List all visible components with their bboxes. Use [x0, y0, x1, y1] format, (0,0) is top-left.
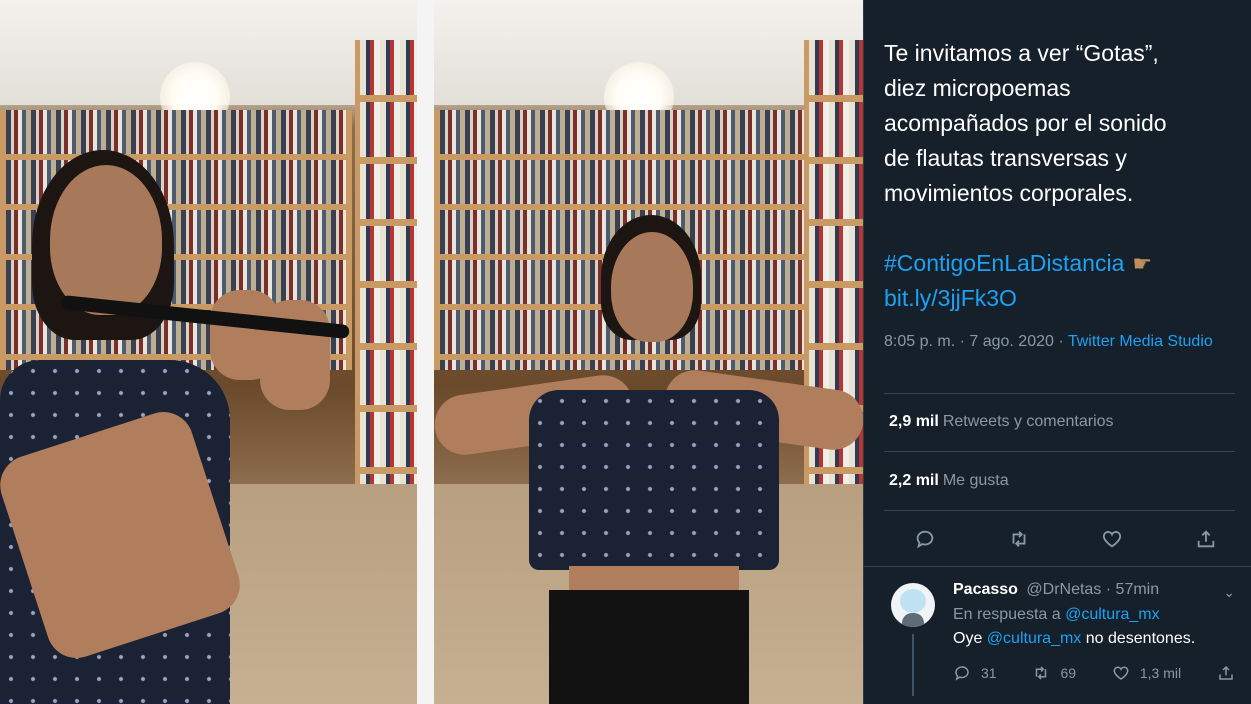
- reply-author-name[interactable]: Pacasso: [953, 581, 1018, 598]
- tweet-source-link[interactable]: Twitter Media Studio: [1068, 333, 1213, 350]
- reply-like-button[interactable]: 1,3 mil: [1112, 664, 1181, 682]
- retweet-icon: [1012, 531, 1026, 547]
- face: [50, 165, 162, 315]
- share-button[interactable]: [1189, 522, 1223, 556]
- hashtag-link[interactable]: #ContigoEnLaDistancia: [884, 246, 1124, 281]
- reply-icon: [955, 666, 969, 681]
- like-icon: [1113, 666, 1129, 680]
- share-icon: [1197, 530, 1215, 548]
- reply-text-suffix: no desentones.: [1081, 630, 1196, 647]
- divider: [884, 451, 1235, 452]
- reply-share-button[interactable]: [1217, 664, 1235, 682]
- face: [611, 232, 693, 342]
- retweets-stat[interactable]: 2,9 mil Retweets y comentarios: [889, 413, 1114, 431]
- likes-stat[interactable]: 2,2 mil Me gusta: [889, 472, 1009, 490]
- retweet-button[interactable]: [1002, 522, 1036, 556]
- likes-count: 2,2 mil: [889, 472, 939, 489]
- tweet-timestamp[interactable]: 8:05 p. m. · 7 ago. 2020 ·: [884, 333, 1068, 350]
- divider: [864, 566, 1251, 567]
- like-icon: [1103, 531, 1122, 548]
- frame-divider: [417, 0, 434, 704]
- reply-to-prefix: En respuesta a: [953, 606, 1066, 623]
- reply-author-handle[interactable]: @DrNetas: [1026, 581, 1101, 598]
- short-url-link[interactable]: bit.ly/3jjFk3O: [884, 281, 1017, 316]
- reply-context: En respuesta a @cultura_mx: [953, 606, 1160, 624]
- reply-retweet-count: 69: [1060, 665, 1077, 681]
- reply-button[interactable]: [908, 522, 942, 556]
- like-button[interactable]: [1095, 522, 1129, 556]
- video-frame-left: [0, 0, 417, 704]
- avatar-body: [902, 613, 924, 627]
- thread-line: [912, 634, 914, 696]
- tweet-actions: [908, 522, 1223, 556]
- reply-header: Pacasso @DrNetas · 57min: [953, 581, 1159, 599]
- divider: [884, 510, 1235, 511]
- reply-actions: 31 69 1,3 mil: [953, 664, 1235, 682]
- reply-time[interactable]: · 57min: [1106, 581, 1159, 598]
- avatar-face: [900, 589, 926, 613]
- reply-icon: [916, 530, 934, 549]
- chevron-down-icon[interactable]: ⌄: [1223, 584, 1235, 601]
- reply-reply-button[interactable]: 31: [953, 664, 997, 682]
- retweets-count: 2,9 mil: [889, 413, 939, 430]
- shorts: [549, 590, 749, 704]
- avatar[interactable]: [891, 583, 935, 627]
- reply-body-mention[interactable]: @cultura_mx: [987, 630, 1082, 647]
- video-frame-right: [434, 0, 863, 704]
- retweet-icon: [1036, 666, 1047, 680]
- reply-reply-count: 31: [981, 665, 997, 681]
- likes-label: Me gusta: [942, 472, 1009, 489]
- tweet-text: Te invitamos a ver “Gotas”, diez micropo…: [884, 40, 1167, 206]
- share-icon: [1219, 665, 1233, 680]
- pointing-right-hand-icon: ☛: [1132, 251, 1153, 276]
- reply-retweet-button[interactable]: 69: [1032, 664, 1076, 682]
- reply-text: Oye @cultura_mx no desentones.: [953, 630, 1195, 648]
- tweet-meta: 8:05 p. m. · 7 ago. 2020 · Twitter Media…: [884, 331, 1224, 353]
- patterned-shirt: [529, 390, 779, 570]
- tweet-detail-pane: Te invitamos a ver “Gotas”, diez micropo…: [863, 0, 1251, 704]
- divider: [884, 393, 1235, 394]
- reply-like-count: 1,3 mil: [1139, 665, 1182, 681]
- retweets-label: Retweets y comentarios: [942, 413, 1114, 430]
- reply-text-prefix: Oye: [953, 630, 987, 647]
- tweet-links: #ContigoEnLaDistancia ☛ bit.ly/3jjFk3O: [884, 246, 1239, 316]
- reply-to-mention[interactable]: @cultura_mx: [1065, 606, 1160, 623]
